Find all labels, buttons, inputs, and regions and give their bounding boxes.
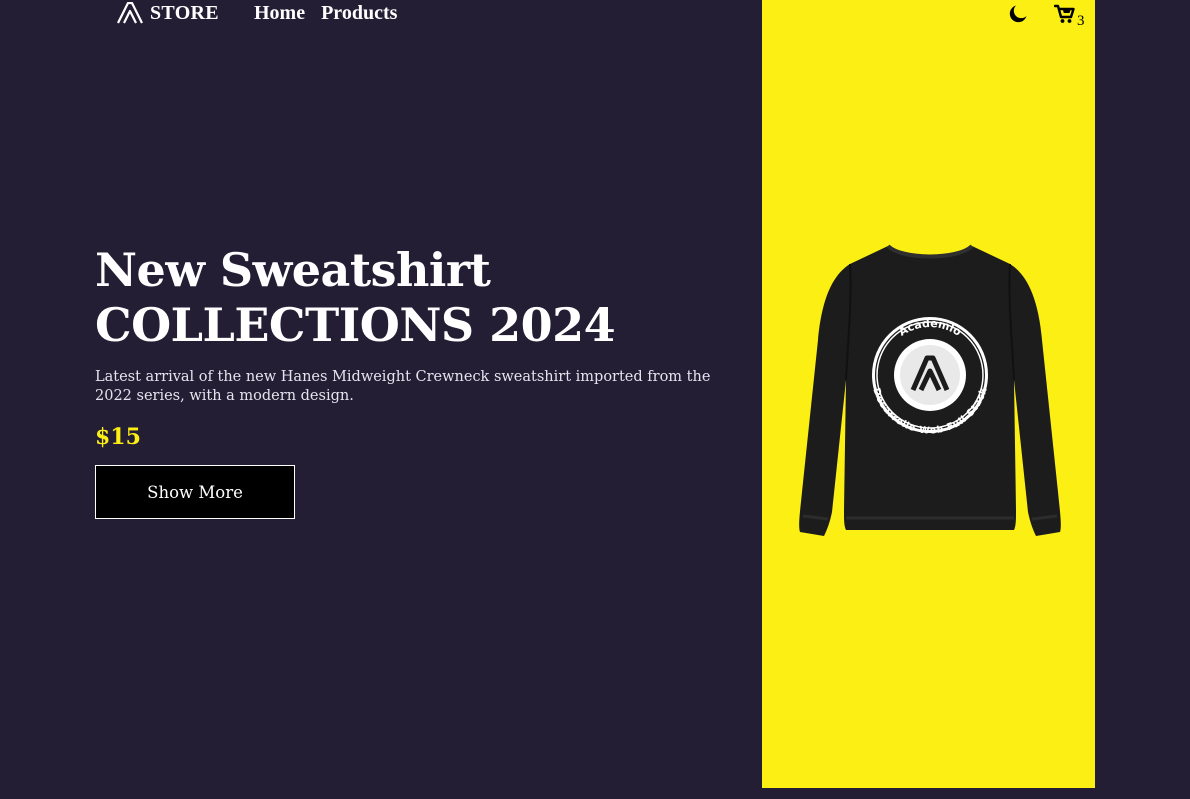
brand-name: STORE: [150, 1, 219, 24]
show-more-button[interactable]: Show More: [95, 465, 295, 519]
hero-title-line-1: New Sweatshirt: [95, 243, 491, 297]
hero-title: New Sweatshirt COLLECTIONS 2024: [95, 243, 735, 353]
brand-logo[interactable]: STORE: [117, 1, 219, 25]
hero-description: Latest arrival of the new Hanes Midweigh…: [95, 369, 711, 404]
site-header: STORE Home Products 3: [0, 0, 1190, 30]
cart-button[interactable]: 3: [1054, 4, 1090, 30]
sweatshirt-image: Academlo Desarrollo Web Full-Stack: [790, 240, 1070, 545]
nav-link-products[interactable]: Products: [321, 2, 397, 25]
hero-title-line-2: COLLECTIONS 2024: [95, 298, 616, 352]
hero-section: New Sweatshirt COLLECTIONS 2024 Latest a…: [95, 243, 735, 450]
main-nav: Home Products: [254, 1, 397, 25]
academlo-logo-icon: [117, 2, 143, 24]
moon-icon[interactable]: [1008, 4, 1028, 24]
hero-price: $15: [95, 424, 141, 450]
nav-link-home[interactable]: Home: [254, 2, 305, 25]
cart-count-badge: 3: [1077, 13, 1085, 29]
cart-icon: [1054, 4, 1075, 23]
